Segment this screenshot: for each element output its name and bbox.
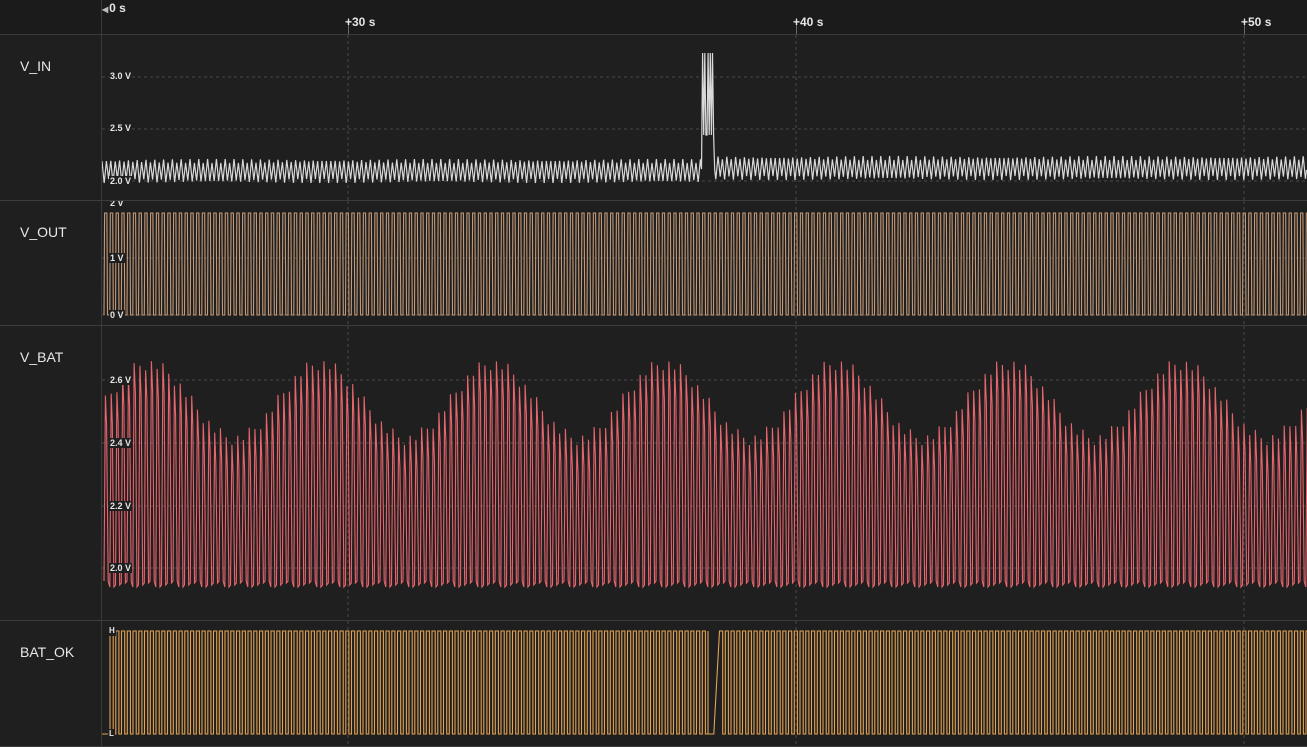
channel-row-v-out[interactable]: V_OUT 2 V 1 V 0 V [0,201,1307,326]
y-axis-label: L [108,729,115,739]
channel-name[interactable]: V_BAT [20,349,63,365]
y-axis-label: 2.2 V [109,501,133,511]
channel-name[interactable]: BAT_OK [20,644,74,660]
bat-ok-trace [102,630,1307,735]
y-axis-label: 0 V [109,310,125,320]
waveform-plot-v-out[interactable]: 2 V 1 V 0 V [102,201,1307,325]
waveform-plot-v-bat[interactable]: 2.6 V 2.4 V 2.2 V 2.0 V [102,326,1307,620]
channel-label-cell: V_IN [0,35,102,200]
v-bat-trace [103,361,1307,589]
v-out-trace [103,212,1307,316]
y-axis-label: 2.0 V [109,176,133,186]
channel-label-cell: V_OUT [0,201,102,325]
logic-analyzer-window: ◀0 s +30 s +40 s +50 s V_IN 3.0 V 2.5 V … [0,0,1307,747]
y-axis-label: 2.4 V [109,438,133,448]
waveform-plot-bat-ok[interactable]: H L [102,621,1307,746]
waveform-v-out [102,201,1307,325]
y-axis-label: 2.5 V [109,123,133,133]
y-axis-label: 2 V [109,201,125,208]
waveform-plot-v-in[interactable]: 3.0 V 2.5 V 2.0 V [102,35,1307,200]
channel-row-v-in[interactable]: V_IN 3.0 V 2.5 V 2.0 V [0,35,1307,201]
waveform-bat-ok [102,621,1307,746]
channel-row-v-bat[interactable]: V_BAT 2.6 V 2.4 V 2.2 V 2.0 V [0,326,1307,621]
channel-label-cell: V_BAT [0,326,102,620]
channel-name[interactable]: V_OUT [20,224,67,240]
time-origin-marker[interactable]: ◀0 s [102,1,126,15]
waveform-v-in [102,35,1307,200]
ruler-gutter [0,0,102,34]
v-in-trace [102,52,1307,184]
y-axis-label: 1 V [109,253,125,263]
channel-row-bat-ok[interactable]: BAT_OK H L [0,621,1307,747]
time-ruler[interactable]: ◀0 s +30 s +40 s +50 s [0,0,1307,35]
channel-label-cell: BAT_OK [0,621,102,746]
waveform-v-bat [102,326,1307,620]
ruler-tick-label: +40 s [793,15,824,29]
ruler-tick-label: +50 s [1241,15,1272,29]
ruler-tick-label: +30 s [345,15,376,29]
time-origin-label: 0 s [109,1,126,15]
channel-name[interactable]: V_IN [20,58,51,74]
y-axis-label: 2.6 V [109,375,133,385]
y-axis-label: 2.0 V [109,563,133,573]
left-arrow-icon: ◀ [102,5,109,14]
y-axis-label: H [108,626,116,636]
y-axis-label: 3.0 V [109,71,133,81]
